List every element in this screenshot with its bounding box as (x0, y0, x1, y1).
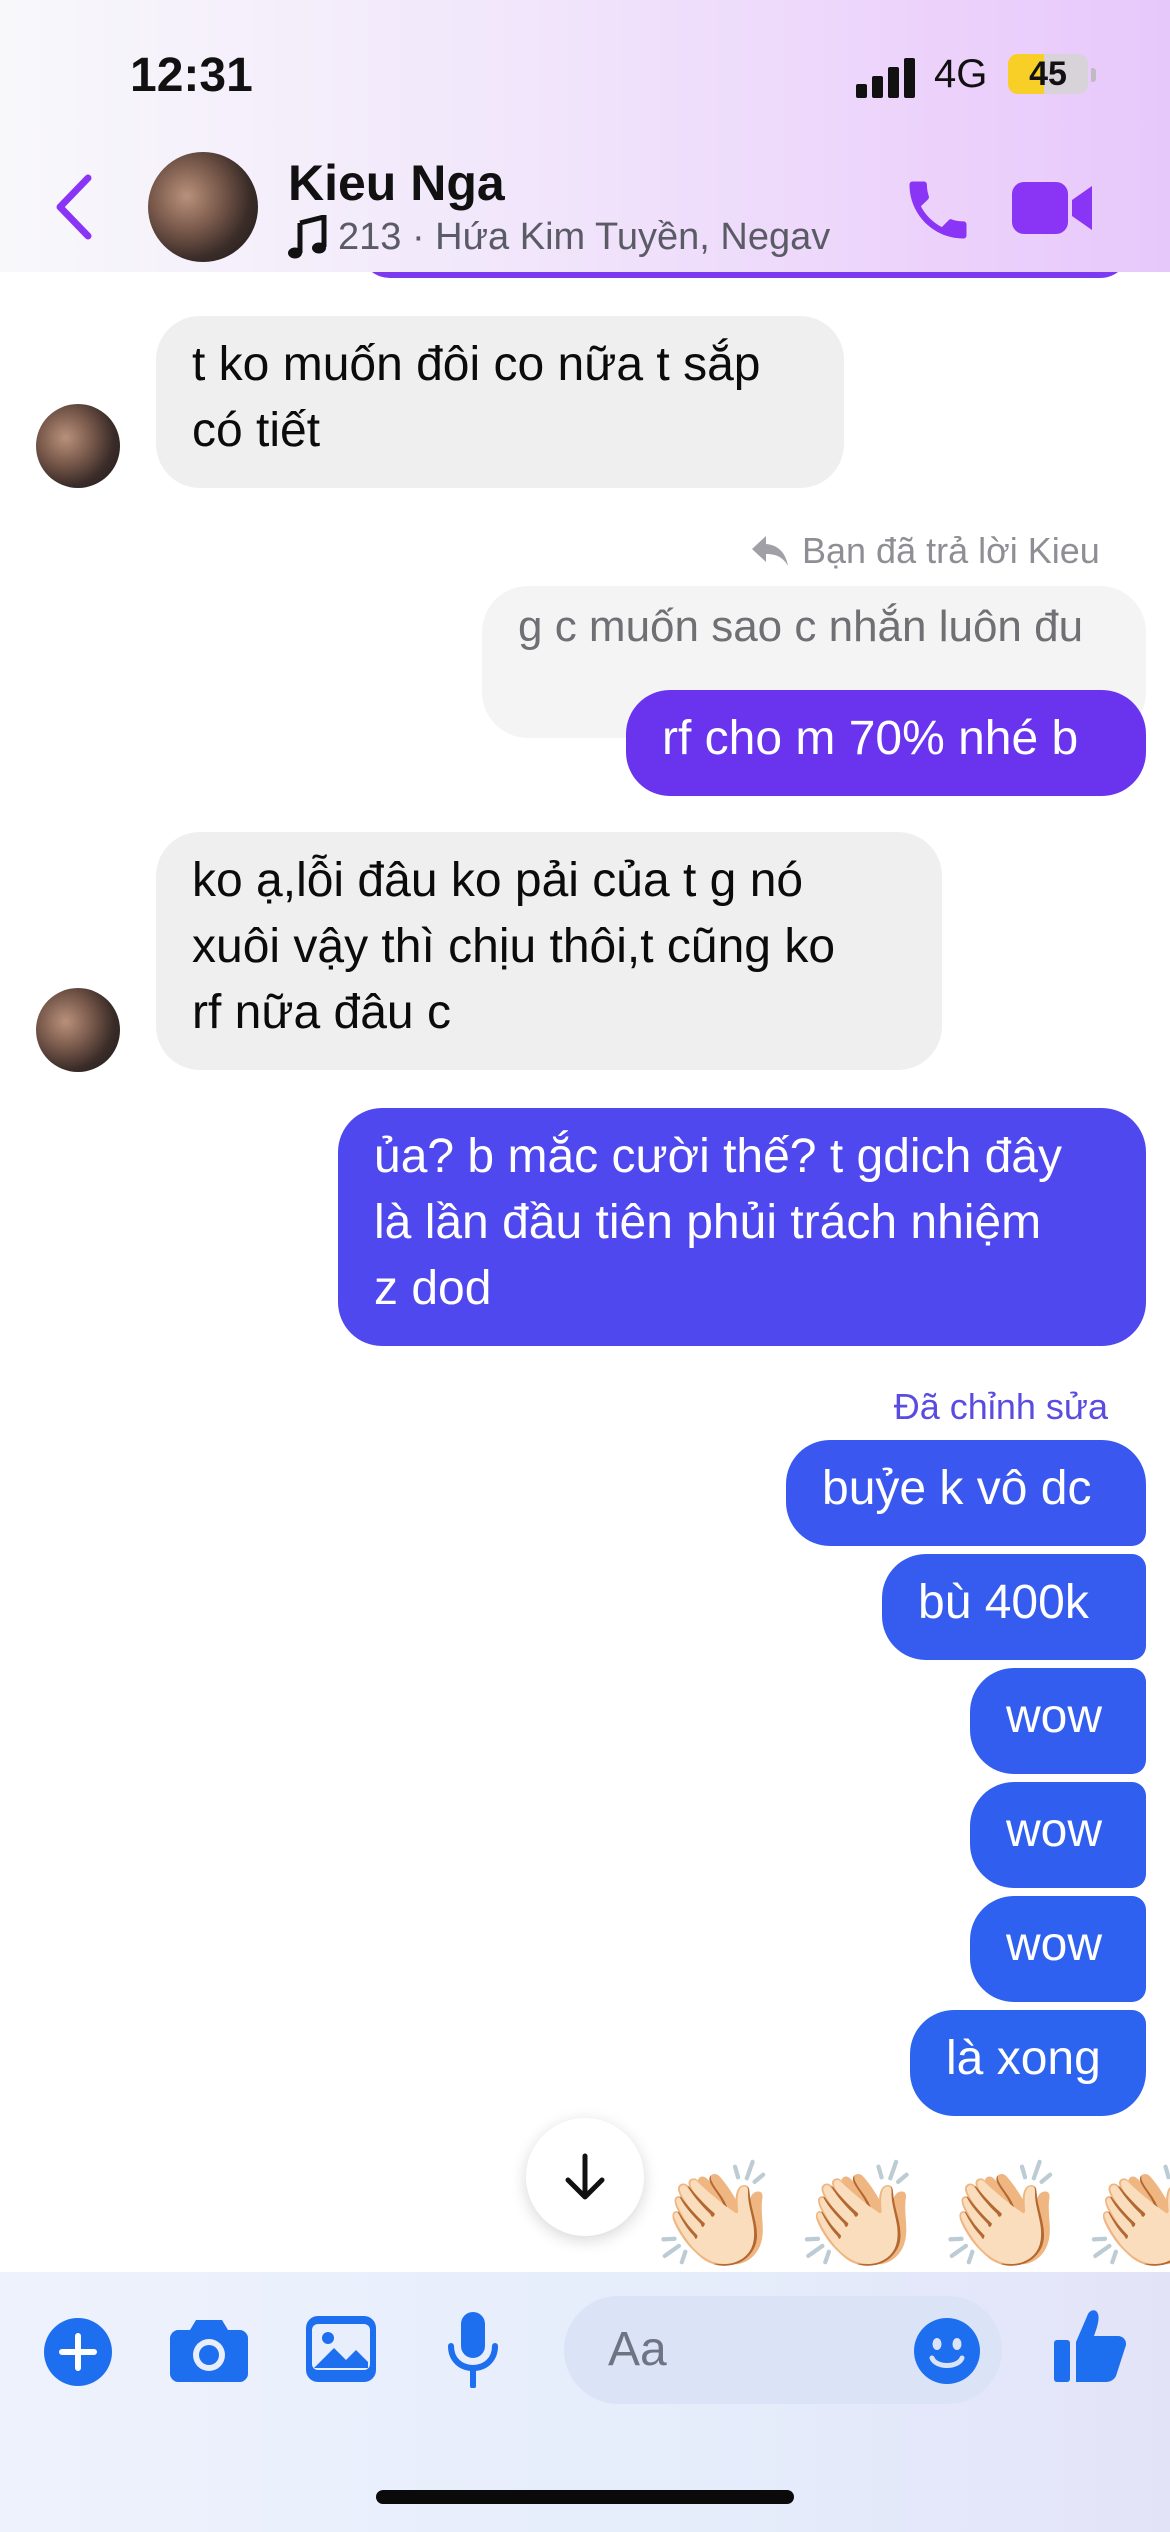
phone-icon[interactable] (900, 172, 976, 248)
status-time: 12:31 (130, 49, 253, 102)
avatar (36, 404, 120, 488)
video-camera-icon[interactable] (1012, 178, 1094, 238)
battery-icon: 45 (1008, 54, 1088, 94)
battery-cap (1091, 68, 1096, 82)
message-text: t ko muốn đôi co nữa t sắp (192, 338, 761, 391)
message-bubble-incoming[interactable]: ko ạ,lỗi đâu ko pải của t g nó xuôi vậy … (156, 832, 942, 1070)
clapping-hands-emoji: 👏🏻 (939, 2155, 1069, 2277)
message-bubble-outgoing[interactable]: wow (970, 1896, 1146, 2002)
reaction-row: 👏🏻 👏🏻 👏🏻 👏🏻 (652, 2156, 1170, 2276)
clapping-hands-emoji: 👏🏻 (1082, 2155, 1170, 2277)
reply-indicator: Bạn đã trả lời Kieu (750, 528, 1100, 574)
message-bubble-outgoing[interactable]: bù 400k (882, 1554, 1146, 1660)
message-text: là xong (946, 2032, 1101, 2085)
message-text: z dod (374, 1262, 492, 1315)
music-note-icon (288, 215, 327, 259)
message-bubble-incoming[interactable]: t ko muốn đôi co nữa t sắp có tiết (156, 316, 844, 488)
message-bubble-outgoing[interactable]: wow (970, 1782, 1146, 1888)
reply-text: Bạn đã trả lời Kieu (802, 530, 1100, 571)
microphone-icon[interactable] (446, 2312, 500, 2388)
plus-icon[interactable] (44, 2318, 112, 2386)
message-text: buỷe k vô dc (822, 1462, 1092, 1515)
image-icon[interactable] (306, 2316, 376, 2382)
thumbs-up-icon[interactable] (1054, 2308, 1126, 2384)
message-text: wow (1006, 1918, 1103, 1971)
message-text: là lần đầu tiên phủi trách nhiệm (374, 1196, 1042, 1249)
message-text: bù 400k (918, 1576, 1089, 1629)
message-text: ủa? b mắc cười thế? t gdich đây (374, 1130, 1062, 1183)
edited-label: Đã chỉnh sửa (893, 1386, 1108, 1427)
chevron-left-icon[interactable] (50, 172, 98, 242)
message-bubble-outgoing[interactable]: ủa? b mắc cười thế? t gdich đây là lần đ… (338, 1108, 1146, 1346)
message-text: rf cho m 70% nhé b (662, 712, 1079, 765)
battery-percent: 45 (1029, 55, 1067, 93)
message-bubble-outgoing[interactable]: rf cho m 70% nhé b (626, 690, 1146, 796)
message-text: wow (1006, 1690, 1103, 1743)
avatar[interactable] (148, 152, 258, 262)
avatar (36, 988, 120, 1072)
message-text: xuôi vậy thì chịu thôi,t cũng ko (192, 920, 836, 973)
message-text: wow (1006, 1804, 1103, 1857)
emoji-icon[interactable] (914, 2318, 980, 2384)
network-type: 4G (934, 52, 988, 96)
message-bubble-outgoing[interactable]: buỷe k vô dc (786, 1440, 1146, 1546)
home-indicator (376, 2490, 794, 2504)
message-bubble-outgoing[interactable]: là xong (910, 2010, 1146, 2116)
message-bubble-outgoing[interactable]: wow (970, 1668, 1146, 1774)
clapping-hands-emoji: 👏🏻 (652, 2155, 782, 2277)
message-text: có tiết (192, 404, 321, 457)
camera-icon[interactable] (170, 2316, 248, 2382)
chat-header: 12:31 4G 45 Kieu Nga 213 · Hứa Kim Tuyền… (0, 0, 1170, 272)
message-text: rf nữa đâu c (192, 986, 451, 1039)
reply-icon (752, 536, 788, 566)
signal-icon (856, 58, 915, 98)
arrow-down-icon (565, 2153, 605, 2200)
scroll-to-bottom-button[interactable] (526, 2118, 644, 2236)
now-playing-text: 213 · Hứa Kim Tuyền, Negav (338, 215, 831, 258)
message-text: ko ạ,lỗi đâu ko pải của t g nó (192, 854, 804, 907)
clapping-hands-emoji: 👏🏻 (795, 2155, 926, 2277)
now-playing[interactable]: 213 · Hứa Kim Tuyền, Negav (288, 214, 830, 260)
contact-name[interactable]: Kieu Nga (288, 154, 505, 212)
